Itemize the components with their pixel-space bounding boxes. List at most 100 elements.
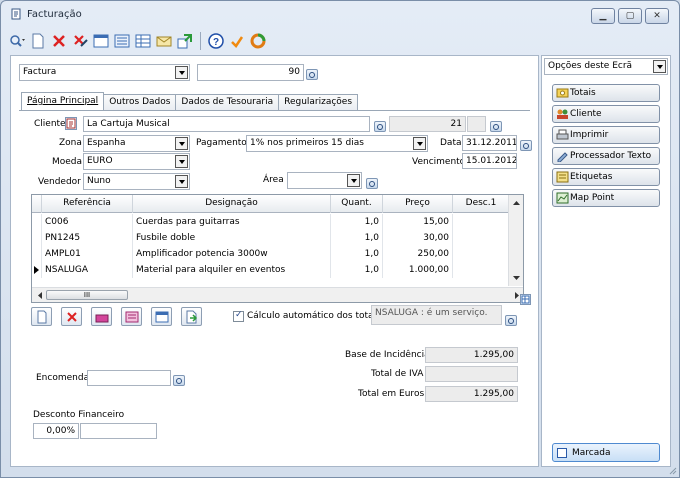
grid-vertical-scrollbar[interactable] bbox=[508, 195, 523, 286]
cell-designacao[interactable]: Cuerdas para guitarras bbox=[133, 214, 331, 230]
cell-quant[interactable]: 1,0 bbox=[331, 214, 383, 230]
table-button[interactable] bbox=[134, 32, 152, 50]
chevron-down-icon[interactable] bbox=[653, 60, 666, 73]
minimize-button[interactable]: ▁ bbox=[591, 8, 615, 24]
grid-options-button[interactable] bbox=[520, 294, 531, 305]
tab-pagina-principal[interactable]: Página Principal bbox=[21, 92, 105, 110]
cell-designacao[interactable]: Amplificador potencia 3000w bbox=[133, 246, 331, 262]
delete-line-button[interactable] bbox=[61, 307, 82, 326]
encomenda-lookup-icon[interactable] bbox=[173, 375, 185, 386]
chevron-down-icon[interactable] bbox=[175, 175, 188, 188]
cell-referencia[interactable]: NSALUGA bbox=[42, 262, 133, 278]
scroll-left-icon[interactable] bbox=[34, 289, 46, 302]
info-lookup-icon[interactable] bbox=[505, 315, 517, 326]
cell-quant[interactable]: 1,0 bbox=[331, 230, 383, 246]
map-point-button[interactable]: Map Point bbox=[552, 189, 660, 207]
cliente-card-button[interactable] bbox=[65, 117, 77, 130]
delete-button[interactable] bbox=[50, 32, 68, 50]
chevron-down-icon[interactable] bbox=[347, 174, 360, 187]
table-row[interactable]: PN1245 Fusbile doble 1,0 30,00 bbox=[32, 230, 510, 246]
mail-button[interactable] bbox=[155, 32, 173, 50]
processador-texto-button[interactable]: Processador Texto bbox=[552, 147, 660, 165]
cell-preco[interactable]: 250,00 bbox=[383, 246, 453, 262]
moeda-select[interactable]: EURO bbox=[83, 153, 190, 170]
scroll-up-icon[interactable] bbox=[509, 197, 524, 209]
cliente-code-lookup-icon[interactable] bbox=[490, 121, 502, 132]
cell-desc1[interactable] bbox=[453, 246, 510, 262]
chevron-down-icon[interactable] bbox=[175, 155, 188, 168]
cell-quant[interactable]: 1,0 bbox=[331, 262, 383, 278]
resize-grip-icon[interactable] bbox=[668, 466, 677, 475]
cell-preco[interactable]: 15,00 bbox=[383, 214, 453, 230]
cell-designacao[interactable]: Fusbile doble bbox=[133, 230, 331, 246]
doc-number-field[interactable]: 90 bbox=[197, 64, 304, 81]
col-header-quant[interactable]: Quant. bbox=[331, 195, 383, 213]
cell-desc1[interactable] bbox=[453, 214, 510, 230]
etiquetas-button[interactable]: Etiquetas bbox=[552, 168, 660, 186]
tab-dados-tesouraria[interactable]: Dados de Tesouraria bbox=[175, 94, 280, 110]
scroll-down-icon[interactable] bbox=[509, 272, 524, 284]
marcada-button[interactable]: Marcada bbox=[552, 443, 660, 462]
cell-designacao[interactable]: Material para alquiler en eventos bbox=[133, 262, 331, 278]
encomenda-field[interactable] bbox=[87, 370, 171, 386]
doc-type-select[interactable]: Factura bbox=[19, 64, 190, 81]
close-button[interactable]: ✕ bbox=[645, 8, 669, 24]
tab-regularizacoes[interactable]: Regularizações bbox=[278, 94, 359, 110]
data-field[interactable]: 31.12.2011 bbox=[462, 135, 517, 151]
chevron-down-icon[interactable] bbox=[413, 137, 426, 150]
new-line-button[interactable] bbox=[31, 307, 52, 326]
search-button[interactable] bbox=[8, 32, 26, 50]
cliente-lookup-icon[interactable] bbox=[374, 121, 386, 132]
cell-desc1[interactable] bbox=[453, 262, 510, 278]
pagamento-select[interactable]: 1% nos primeiros 15 dias bbox=[246, 135, 428, 152]
col-header-referencia[interactable]: Referência bbox=[42, 195, 133, 213]
grid-horizontal-scrollbar[interactable]: III bbox=[32, 287, 523, 302]
vendedor-select[interactable]: Nuno bbox=[83, 173, 190, 190]
total-field: 1.295,00 bbox=[425, 386, 518, 402]
help-button[interactable]: ? bbox=[207, 32, 225, 50]
calendar-lookup-icon[interactable] bbox=[520, 140, 532, 151]
col-header-preco[interactable]: Preço bbox=[383, 195, 453, 213]
area-lookup-icon[interactable] bbox=[366, 178, 378, 189]
cell-referencia[interactable]: AMPL01 bbox=[42, 246, 133, 262]
zona-select[interactable]: Espanha bbox=[83, 135, 190, 152]
scroll-thumb[interactable]: III bbox=[46, 290, 128, 300]
imprimir-button[interactable]: Imprimir bbox=[552, 126, 660, 144]
list-button[interactable] bbox=[113, 32, 131, 50]
export-button[interactable] bbox=[176, 32, 194, 50]
line-properties-button[interactable] bbox=[151, 307, 172, 326]
area-select[interactable] bbox=[287, 172, 362, 189]
table-row[interactable]: NSALUGA Material para alquiler en evento… bbox=[32, 262, 510, 278]
chevron-down-icon[interactable] bbox=[175, 137, 188, 150]
cell-referencia[interactable]: PN1245 bbox=[42, 230, 133, 246]
cell-desc1[interactable] bbox=[453, 230, 510, 246]
new-button[interactable] bbox=[29, 32, 47, 50]
properties-button[interactable] bbox=[92, 32, 110, 50]
cell-referencia[interactable]: C006 bbox=[42, 214, 133, 230]
totais-button[interactable]: Totais bbox=[552, 84, 660, 102]
erase-line-button[interactable] bbox=[91, 307, 112, 326]
desconto-amount-field[interactable] bbox=[80, 423, 157, 439]
chevron-down-icon[interactable] bbox=[175, 66, 188, 79]
cancel-edit-button[interactable] bbox=[71, 32, 89, 50]
cliente-button[interactable]: Cliente bbox=[552, 105, 660, 123]
vencimento-field[interactable]: 15.01.2012 bbox=[462, 153, 517, 169]
col-header-desc1[interactable]: Desc.1 bbox=[453, 195, 510, 213]
options-select[interactable]: Opções deste Ecrã bbox=[544, 58, 668, 75]
mark-button[interactable] bbox=[228, 32, 246, 50]
cell-quant[interactable]: 1,0 bbox=[331, 246, 383, 262]
line-details-button[interactable] bbox=[121, 307, 142, 326]
cliente-name-field[interactable]: La Cartuja Musical bbox=[83, 116, 370, 132]
refresh-button[interactable] bbox=[249, 32, 267, 50]
doc-number-lookup-icon[interactable] bbox=[306, 69, 318, 80]
export-lines-button[interactable] bbox=[181, 307, 202, 326]
auto-calc-checkbox[interactable] bbox=[233, 310, 244, 322]
col-header-designacao[interactable]: Designação bbox=[133, 195, 331, 213]
desconto-percent-field[interactable]: 0,00% bbox=[33, 423, 79, 439]
cell-preco[interactable]: 1.000,00 bbox=[383, 262, 453, 278]
table-row[interactable]: AMPL01 Amplificador potencia 3000w 1,0 2… bbox=[32, 246, 510, 262]
tab-outros-dados[interactable]: Outros Dados bbox=[103, 94, 177, 110]
table-row[interactable]: C006 Cuerdas para guitarras 1,0 15,00 bbox=[32, 214, 510, 230]
maximize-button[interactable]: ▢ bbox=[618, 8, 642, 24]
cell-preco[interactable]: 30,00 bbox=[383, 230, 453, 246]
